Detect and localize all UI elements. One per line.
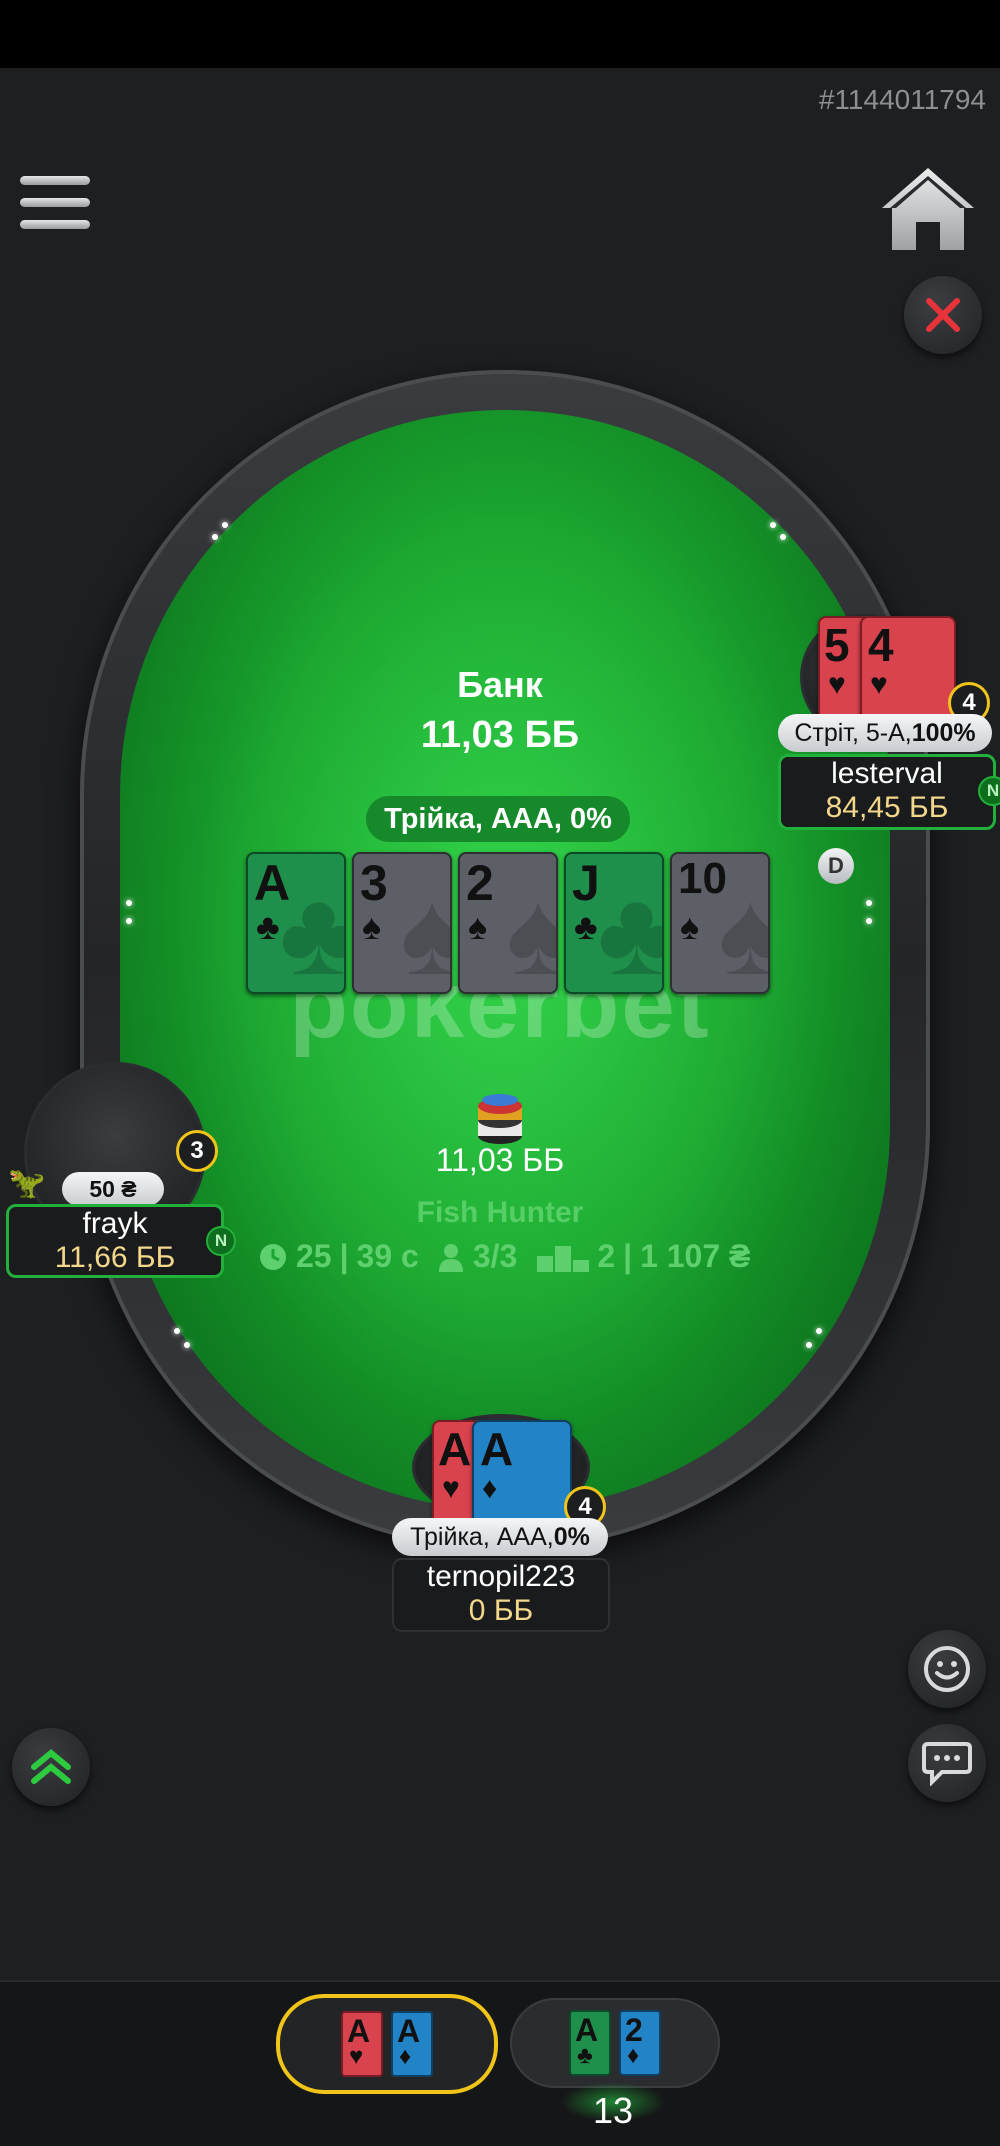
player-badge: N <box>206 1226 236 1256</box>
chevron-up-icon <box>31 1749 71 1784</box>
board-card: A♣♣ <box>246 852 346 994</box>
table-tab-1[interactable]: A ♥ A ♦ <box>276 1994 498 2094</box>
table-switcher-bar <box>0 1980 1000 2146</box>
table-tab-2[interactable]: A ♣ 2 ♦ <box>510 1998 720 2088</box>
tournament-info: 25 | 39 с 3/3 2 | 1 107 ₴ <box>258 1238 750 1275</box>
menu-icon[interactable] <box>20 176 90 236</box>
player-name: ternopil223 <box>426 1560 576 1593</box>
close-button[interactable] <box>904 276 982 354</box>
close-icon <box>926 298 960 332</box>
player-plate-frayk[interactable]: frayk 11,66 ББ <box>6 1204 224 1278</box>
rail-light <box>184 1342 190 1348</box>
rail-light <box>174 1328 180 1334</box>
board-card: 3♠♠ <box>352 852 452 994</box>
player-stack: 0 ББ <box>468 1594 534 1627</box>
blind-level: 25 <box>296 1238 332 1274</box>
hand-id: #1144011794 <box>818 84 986 115</box>
player-stack: 84,45 ББ <box>825 791 949 824</box>
rail-light <box>126 918 132 924</box>
prize: 1 107 ₴ <box>640 1238 751 1274</box>
home-icon[interactable] <box>876 162 980 254</box>
place: 2 <box>597 1238 616 1274</box>
bet-amount: 50 ₴ <box>62 1172 164 1206</box>
rail-light <box>816 1328 822 1334</box>
timer-badge: 3 <box>176 1130 218 1172</box>
chat-icon <box>922 1742 972 1786</box>
rail-light <box>212 534 218 540</box>
mini-card: A ♦ <box>391 2011 433 2077</box>
emoji-icon <box>924 1646 970 1692</box>
table-tab-count: 13 <box>592 2090 634 2131</box>
mini-card: A ♥ <box>341 2011 383 2077</box>
mini-card: A ♣ <box>569 2010 611 2076</box>
players-icon <box>438 1243 463 1272</box>
board-combo-pill: Трійка, ААА, 0% <box>366 796 630 842</box>
players-count: 3/3 <box>472 1238 518 1274</box>
rail-light <box>222 522 228 528</box>
hand-strength-pill: Стріт, 5-А, 100% <box>778 714 992 752</box>
hero-card: A ♦ <box>472 1420 572 1528</box>
podium-icon <box>537 1245 590 1272</box>
chat-button[interactable] <box>908 1724 986 1802</box>
emoji-button[interactable] <box>908 1630 986 1708</box>
rail-light <box>126 900 132 906</box>
clock-icon <box>260 1243 286 1270</box>
chip-stack-icon <box>474 1090 526 1146</box>
player-name: lesterval <box>831 757 943 790</box>
player-badge: N <box>978 776 1000 806</box>
player-card: 4 ♥ <box>860 616 956 724</box>
player-plate-ternopil223: ternopil223 0 ББ <box>392 1558 610 1632</box>
dinosaur-icon: 🦖 <box>8 1167 46 1200</box>
dealer-button: D <box>818 848 854 884</box>
hand-strength-pill: Трійка, ААА, 0% <box>392 1518 608 1556</box>
player-name: frayk <box>82 1207 148 1240</box>
board-card: 2♠♠ <box>458 852 558 994</box>
mini-card: 2 ♦ <box>619 2010 661 2076</box>
rail-light <box>806 1342 812 1348</box>
player-stack: 11,66 ББ <box>54 1241 176 1274</box>
rail-light <box>866 900 872 906</box>
player-plate-lesterval[interactable]: lesterval 84,45 ББ <box>778 754 996 830</box>
rail-light <box>770 522 776 528</box>
board-card: J♣♣ <box>564 852 664 994</box>
level-timer: 39 с <box>356 1238 419 1274</box>
rail-light <box>866 918 872 924</box>
status-bar <box>0 0 1000 68</box>
expand-button[interactable] <box>12 1728 90 1806</box>
rail-light <box>780 534 786 540</box>
board-card: 10♠♠ <box>670 852 770 994</box>
